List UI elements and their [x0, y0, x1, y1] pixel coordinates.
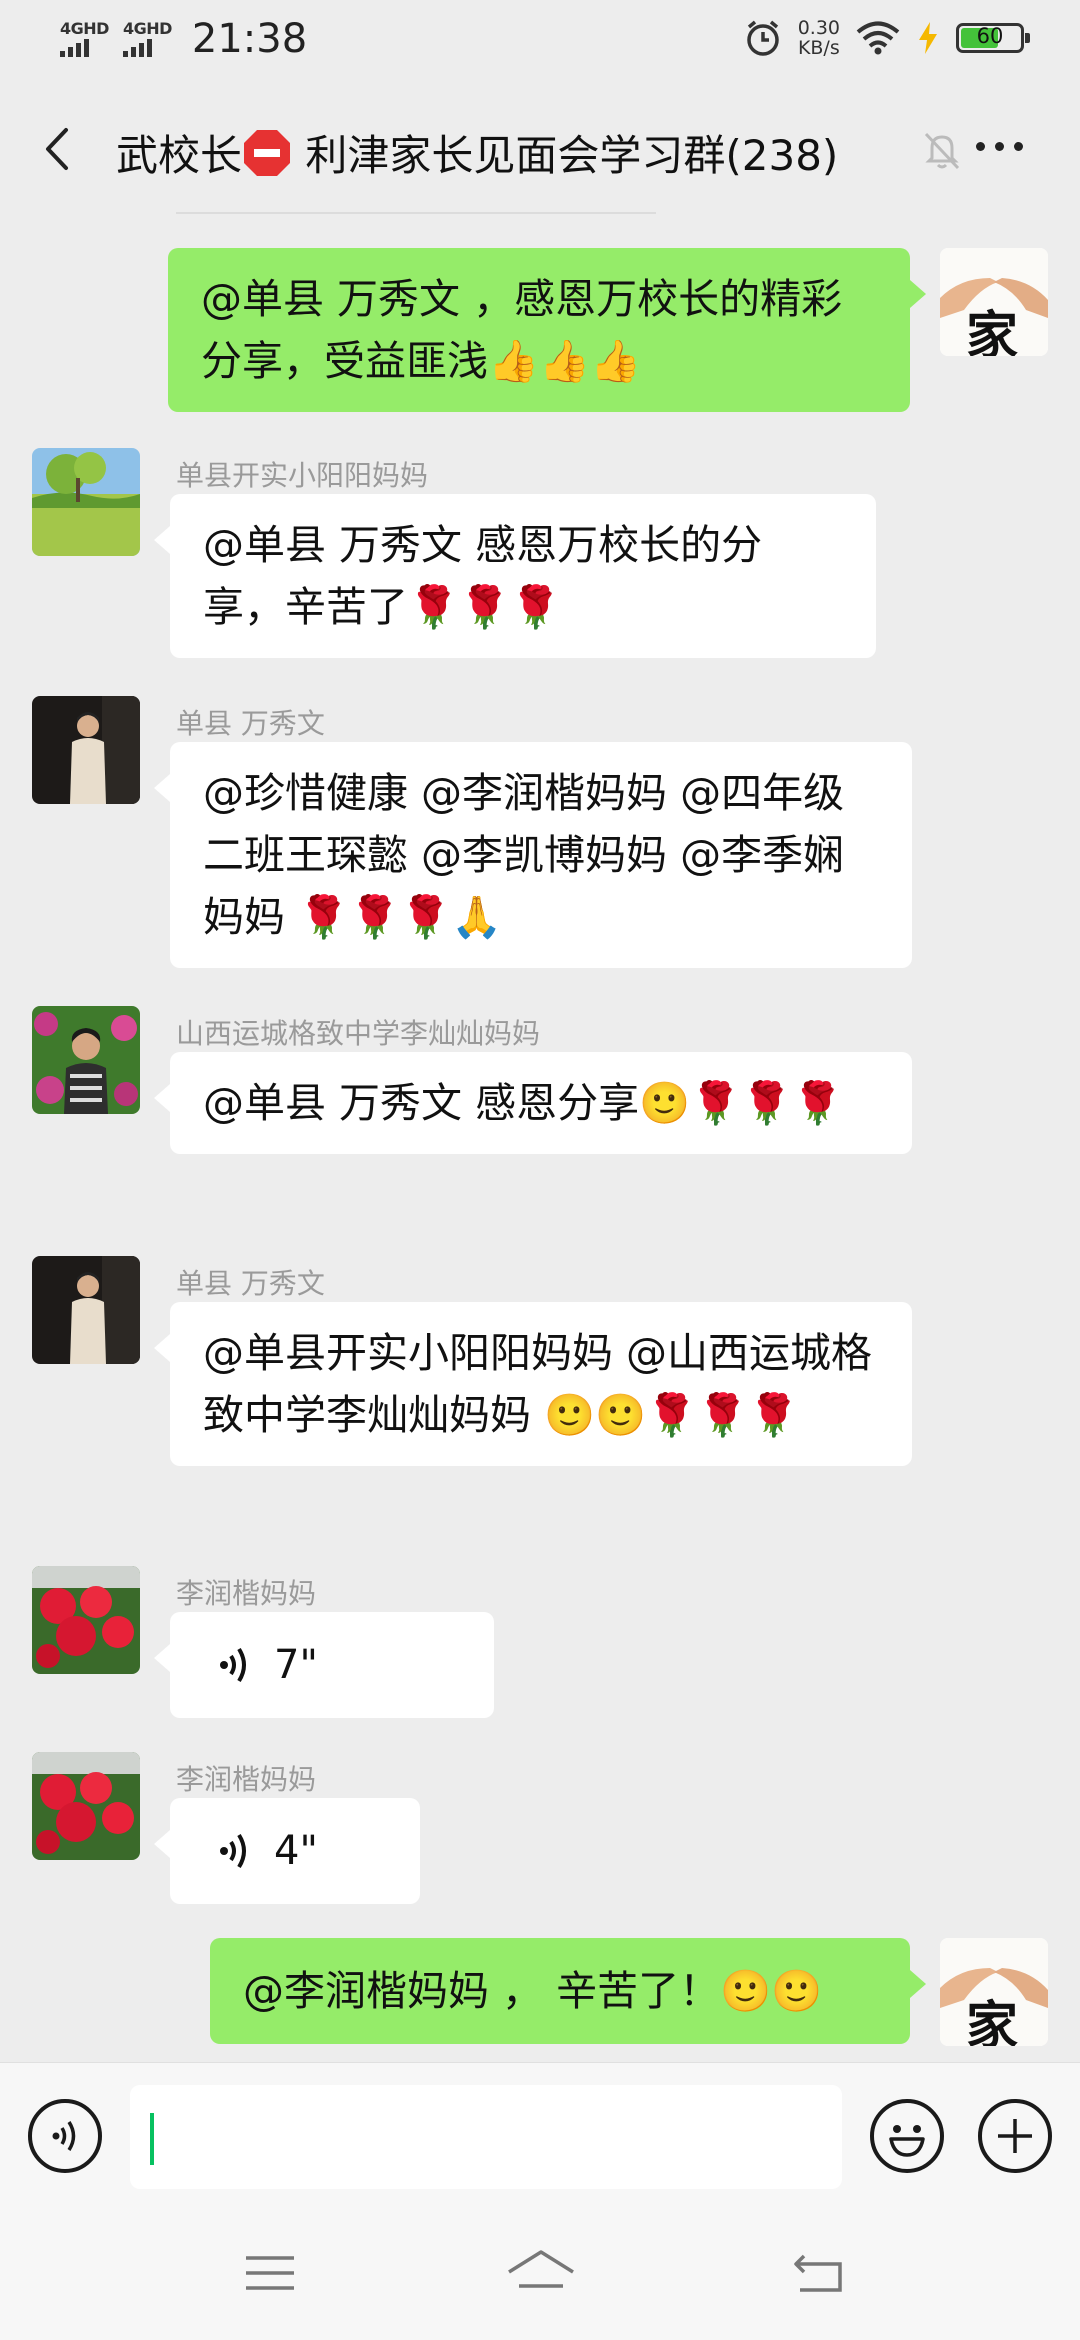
network-type-2: 4GHD — [122, 19, 172, 38]
avatar-character: 家 — [966, 1996, 1019, 2046]
smiley-icon — [889, 2125, 925, 2157]
signal-bars-icon — [122, 39, 152, 57]
message-bubble[interactable]: @单县 万秀文 感恩万校长的分享，辛苦了🌹🌹🌹 — [154, 494, 876, 658]
red-flowers-photo-icon — [32, 1566, 140, 1674]
sender-avatar[interactable] — [32, 696, 140, 804]
status-bar: 4GHD 4GHD 21:38 0.30 KB/s 60 — [0, 0, 1080, 84]
sender-name: 单县开实小阳阳妈妈 — [176, 459, 429, 492]
more-functions-button[interactable] — [978, 2099, 1052, 2173]
sender-name: 单县 万秀文 — [176, 1267, 325, 1300]
battery-level: 60 — [976, 24, 1004, 48]
clock: 21:38 — [191, 16, 308, 62]
voice-wave-icon — [220, 1647, 246, 1683]
voice-input-button[interactable] — [28, 2099, 102, 2173]
message-bubble[interactable]: @单县开实小阳阳妈妈 @山西运城格致中学李灿灿妈妈 🙂🙂🌹🌹🌹 — [154, 1302, 912, 1466]
sender-name: 山西运城格致中学李灿灿妈妈 — [176, 1017, 541, 1050]
red-flowers-photo-icon — [32, 1752, 140, 1860]
stop-sign-icon — [244, 130, 291, 176]
flowers-person-photo-icon — [32, 1006, 140, 1114]
message-bubble[interactable]: @单县 万秀文 感恩分享🙂🌹🌹🌹 — [154, 1052, 912, 1154]
network-type-1: 4GHD — [60, 19, 109, 38]
text-cursor — [150, 2113, 154, 2165]
voice-duration: 7" — [274, 1642, 318, 1688]
plus-icon — [998, 2119, 1032, 2153]
sender-avatar[interactable] — [32, 1256, 140, 1364]
sender-avatar[interactable] — [32, 1566, 140, 1674]
message-bubble[interactable]: @珍惜健康 @李润楷妈妈 @四年级二班王琛懿 @李凯博妈妈 @李季娴妈妈 🌹🌹🌹… — [154, 742, 912, 968]
back-nav-icon[interactable] — [790, 2248, 850, 2298]
voice-message[interactable]: 7" — [154, 1612, 494, 1718]
menu-icon[interactable] — [240, 2248, 300, 2298]
back-arrow-icon[interactable] — [34, 124, 84, 174]
more-options-icon[interactable] — [976, 142, 1023, 151]
message-input[interactable] — [130, 2085, 842, 2189]
wifi-icon — [856, 21, 900, 55]
message-bubble[interactable]: @单县 万秀文 ，感恩万校长的精彩分享，受益匪浅👍👍👍 — [168, 248, 926, 412]
message-bubble[interactable]: @李润楷妈妈 ， 辛苦了！🙂🙂 — [210, 1938, 926, 2044]
self-avatar[interactable]: 家 — [940, 248, 1048, 356]
charging-icon — [919, 22, 937, 54]
message-composer — [0, 2062, 1080, 2209]
alarm-icon — [746, 20, 779, 56]
sender-avatar[interactable] — [32, 1006, 140, 1114]
landscape-photo-icon — [32, 448, 140, 556]
chat-title: 武校长 利津家长见面会学习群(238) — [116, 122, 838, 183]
person-photo-icon — [32, 696, 140, 804]
signal-2: 4GHD — [122, 19, 172, 57]
person-photo-icon — [32, 1256, 140, 1364]
sender-name: 李润楷妈妈 — [176, 1577, 317, 1610]
voice-message[interactable]: 4" — [154, 1798, 420, 1904]
sender-name: 单县 万秀文 — [176, 707, 325, 740]
voice-wave-icon — [220, 1833, 246, 1869]
chat-header: 武校长 利津家长见面会学习群(238) — [0, 84, 1080, 214]
battery-icon: 60 — [956, 23, 1030, 53]
self-avatar[interactable]: 家 — [940, 1938, 1048, 2046]
divider — [176, 212, 656, 214]
system-navigation-bar — [0, 2208, 1080, 2340]
voice-wave-icon — [52, 2121, 76, 2151]
signal-1: 4GHD — [60, 21, 109, 57]
voice-duration: 4" — [274, 1828, 318, 1874]
emoji-button[interactable] — [870, 2099, 944, 2173]
home-icon[interactable] — [505, 2248, 577, 2298]
network-speed: 0.30 KB/s — [797, 17, 840, 59]
sender-avatar[interactable] — [32, 1752, 140, 1860]
mute-bell-icon — [924, 132, 960, 170]
sender-name: 李润楷妈妈 — [176, 1763, 317, 1796]
avatar-character: 家 — [966, 306, 1019, 356]
signal-bars-icon — [60, 39, 89, 57]
sender-avatar[interactable] — [32, 448, 140, 556]
